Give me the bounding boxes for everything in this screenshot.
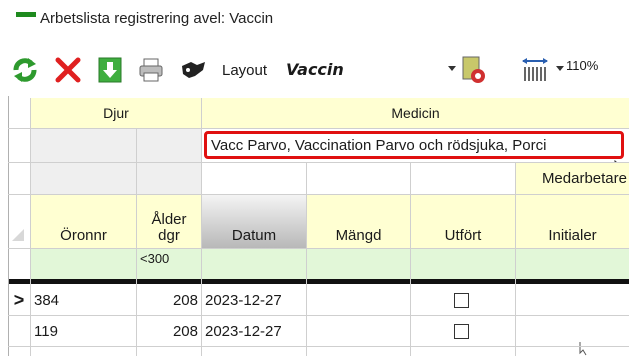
row-selector-current[interactable]: > xyxy=(8,285,30,315)
grid-line xyxy=(8,346,629,347)
cursor-icon xyxy=(578,342,592,356)
filter-separator xyxy=(8,279,629,284)
cell-datum[interactable]: 2023-12-27 xyxy=(202,285,306,315)
grid-line xyxy=(306,163,307,356)
cell-mangd[interactable] xyxy=(307,316,410,346)
window-icon xyxy=(16,12,36,17)
column-header-alder-line1: Ålder xyxy=(151,211,187,228)
column-width-icon[interactable] xyxy=(520,55,550,85)
refresh-icon[interactable] xyxy=(10,55,40,85)
column-header-alder[interactable]: Ålder dgr xyxy=(137,195,201,248)
header-blank xyxy=(31,129,136,162)
layout-select[interactable]: Vaccin xyxy=(286,60,344,79)
cell-alder[interactable]: 208 xyxy=(137,316,201,346)
grid-line xyxy=(8,315,629,316)
layout-label: Layout xyxy=(222,62,268,79)
column-header-utfort[interactable]: Utfört xyxy=(411,195,515,248)
grid-line xyxy=(8,162,629,163)
grid-line xyxy=(8,128,629,129)
header-blank xyxy=(202,163,515,194)
delete-icon[interactable] xyxy=(53,55,83,85)
medicine-name-text: Vacc Parvo, Vaccination Parvo och rödsju… xyxy=(211,136,547,154)
download-icon[interactable] xyxy=(95,55,125,85)
header-blank xyxy=(137,163,201,194)
grid-line xyxy=(136,129,137,356)
cell-datum[interactable]: 2023-12-27 xyxy=(202,316,306,346)
utfort-checkbox[interactable] xyxy=(454,293,469,308)
column-header-mangd[interactable]: Mängd xyxy=(307,195,410,248)
cell-oronnr[interactable]: 119 xyxy=(31,316,136,346)
grid-line xyxy=(515,163,516,356)
zoom-level[interactable]: 110% xyxy=(566,58,598,73)
cell-mangd[interactable] xyxy=(307,285,410,315)
cell-initialer[interactable] xyxy=(516,316,629,346)
column-header-alder-line2: dgr xyxy=(158,227,180,244)
select-all-corner[interactable] xyxy=(8,195,30,248)
group-header-medicin: Medicin xyxy=(202,98,629,128)
column-header-initialer[interactable]: Initialer xyxy=(516,195,629,248)
chevron-down-icon[interactable] xyxy=(448,66,456,71)
utfort-checkbox[interactable] xyxy=(454,324,469,339)
grid-line xyxy=(410,163,411,356)
cell-alder[interactable]: 208 xyxy=(137,285,201,315)
filter-alder[interactable]: <300 xyxy=(140,251,169,266)
settings-icon[interactable] xyxy=(178,55,208,85)
header-blank xyxy=(137,129,201,162)
cell-initialer[interactable] xyxy=(516,285,629,315)
medicine-name-highlight: Vacc Parvo, Vaccination Parvo och rödsju… xyxy=(204,131,624,159)
cell-oronnr[interactable]: 384 xyxy=(31,285,136,315)
print-icon[interactable] xyxy=(136,55,166,85)
column-header-oronnr[interactable]: Öronnr xyxy=(31,195,136,248)
medicine-name-header[interactable]: Vacc Parvo, Vaccination Parvo och rödsju… xyxy=(202,129,629,162)
layout-save-icon[interactable] xyxy=(458,55,488,85)
grid-line xyxy=(201,98,202,356)
grid-line xyxy=(8,194,629,195)
column-header-datum[interactable]: Datum xyxy=(202,195,306,248)
row-selector[interactable] xyxy=(8,316,30,346)
header-blank xyxy=(31,163,136,194)
group-header-medarbetare: Medarbetare xyxy=(516,163,629,194)
group-header-djur: Djur xyxy=(31,98,201,128)
grid-line xyxy=(30,98,31,356)
grid-line xyxy=(8,96,9,356)
window-title: Arbetslista registrering avel: Vaccin xyxy=(40,10,274,27)
zoom-dropdown-icon[interactable] xyxy=(556,66,564,71)
filter-row xyxy=(31,249,629,279)
grid-line xyxy=(8,248,629,249)
